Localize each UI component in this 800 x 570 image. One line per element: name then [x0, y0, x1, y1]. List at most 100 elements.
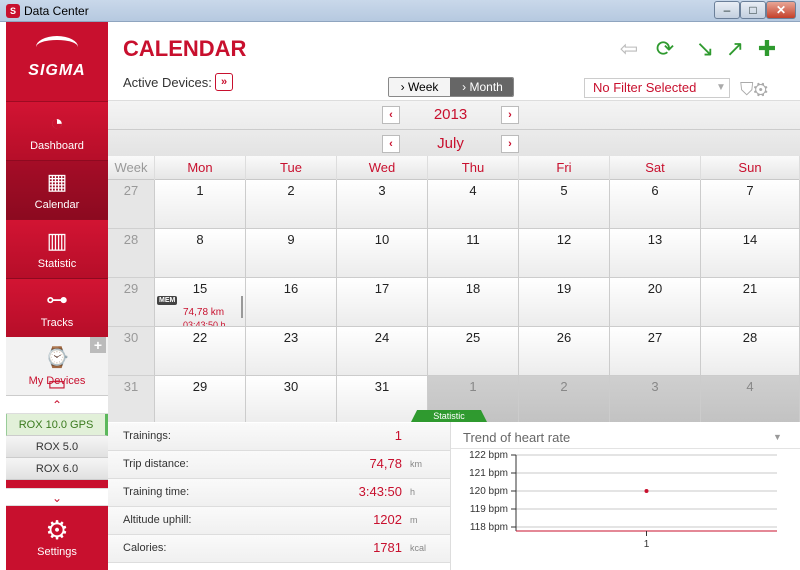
day-cell[interactable]: 26 [519, 327, 610, 376]
view-week-button[interactable]: › Week [389, 78, 450, 96]
day-cell[interactable]: 4 [701, 376, 800, 425]
import-icon[interactable]: ↘ [692, 36, 718, 62]
chevron-down-icon[interactable]: ▼ [713, 78, 729, 98]
device-scroll-down-icon[interactable]: ⌄ [6, 488, 108, 506]
data-point [644, 489, 649, 493]
day-header-tue: Tue [246, 156, 337, 180]
day-cell[interactable]: 19 [519, 278, 610, 327]
stat-row: Calories: 1781 kcal [108, 535, 450, 563]
device-scroll-up-icon[interactable]: ⌃ [6, 396, 108, 414]
device-item[interactable]: ROX 10.0 GPS [6, 414, 108, 436]
day-number: 14 [742, 232, 758, 247]
add-entry-icon[interactable]: ✚ [754, 36, 780, 62]
device-item[interactable]: ROX 6.0 [6, 458, 108, 480]
day-number: 30 [283, 379, 299, 394]
day-cell[interactable]: 3 [337, 180, 428, 229]
sidebar-item-dashboard[interactable]: ◔ Dashboard [6, 102, 108, 161]
day-cell[interactable]: 3 [610, 376, 701, 425]
day-cell[interactable]: 18 [428, 278, 519, 327]
day-cell[interactable]: 27 [610, 327, 701, 376]
day-cell[interactable]: 7 [701, 180, 800, 229]
divider [108, 129, 800, 130]
day-cell[interactable]: 4 [428, 180, 519, 229]
sidebar-item-tracks[interactable]: ⊶ Tracks [6, 279, 108, 338]
day-cell[interactable]: 17 [337, 278, 428, 327]
main-panel: CALENDAR Active Devices: » ⇦ ⟳ ↘ ↗ ✚ › W… [108, 22, 800, 570]
stat-row: Training time: 3:43:50 h [108, 479, 450, 507]
day-cell[interactable]: 1 [155, 180, 246, 229]
filter-select[interactable]: No Filter Selected [584, 78, 730, 98]
stat-value: 3:43:50 [358, 484, 402, 499]
training-entry-time[interactable]: 03:43:50 h [183, 320, 226, 326]
sidebar-item-statistic[interactable]: ▥ Statistic [6, 220, 108, 279]
day-header-fri: Fri [519, 156, 610, 180]
calendar-week-row: 27 1 2 3 4 5 6 7 [108, 180, 800, 229]
mem-badge: MEM [157, 296, 178, 305]
day-cell[interactable]: 13 [610, 229, 701, 278]
calendar-icon: ▦ [46, 169, 68, 194]
chevron-down-icon[interactable]: ▼ [773, 432, 782, 442]
day-cell[interactable]: 2 [519, 376, 610, 425]
day-number: 25 [465, 330, 481, 345]
day-cell[interactable]: 25 [428, 327, 519, 376]
day-cell[interactable]: 16 [246, 278, 337, 327]
month-prev-button[interactable]: ‹ [382, 135, 400, 153]
day-cell[interactable]: 15 MEM 74,78 km 03:43:50 h [155, 278, 246, 327]
day-cell[interactable]: 6 [610, 180, 701, 229]
day-cell[interactable]: 24 [337, 327, 428, 376]
heart-rate-chart: 122 bpm 121 bpm 120 bpm 119 bpm 118 bpm 1 [469, 450, 777, 550]
day-cell[interactable]: 8 [155, 229, 246, 278]
logo-text: SIGMA [28, 62, 86, 79]
week-number: 28 [108, 229, 155, 278]
year-next-button[interactable]: › [501, 106, 519, 124]
day-number: 24 [374, 330, 390, 345]
view-month-button[interactable]: › Month [450, 78, 513, 96]
filter-settings-icon[interactable]: ⛉⚙ [740, 78, 772, 100]
day-number: 13 [647, 232, 663, 247]
day-cell[interactable]: 21 [701, 278, 800, 327]
day-number: 4 [469, 183, 477, 198]
view-month-label: Month [469, 80, 503, 94]
month-next-button[interactable]: › [501, 135, 519, 153]
stat-value: 1781 [373, 540, 402, 555]
day-cell[interactable]: 11 [428, 229, 519, 278]
day-cell[interactable]: 28 [701, 327, 800, 376]
week-column-header: Week [108, 156, 155, 180]
add-device-button[interactable]: + [90, 337, 106, 353]
stat-row: Trainings: 1 [108, 423, 450, 451]
close-button[interactable]: ✕ [766, 1, 796, 19]
minimize-button[interactable]: – [714, 1, 740, 19]
cell-scrollbar[interactable] [241, 296, 243, 318]
back-arrow-icon[interactable]: ⇦ [616, 36, 642, 62]
day-cell[interactable]: 23 [246, 327, 337, 376]
sigma-logo: SIGMA [6, 22, 108, 102]
export-icon[interactable]: ↗ [722, 36, 748, 62]
day-cell[interactable]: 5 [519, 180, 610, 229]
stat-value: 1 [394, 428, 402, 443]
day-cell[interactable]: 29 [155, 376, 246, 425]
sidebar-item-calendar[interactable]: ▦ Calendar [6, 161, 108, 220]
device-item[interactable]: ROX 5.0 [6, 436, 108, 458]
sync-device-icon[interactable]: ⟳ [652, 36, 678, 62]
trend-panel: Trend of heart rate ▼ 122 bpm 121 bpm 120 … [450, 422, 800, 570]
day-cell[interactable]: 2 [246, 180, 337, 229]
active-devices-dropdown[interactable]: » [215, 73, 233, 91]
day-cell[interactable]: 9 [246, 229, 337, 278]
calendar-week-row: 30 22 23 24 25 26 27 28 [108, 327, 800, 376]
calendar-week-row: 28 8 9 10 11 12 13 14 [108, 229, 800, 278]
day-cell[interactable]: 22 [155, 327, 246, 376]
sidebar-item-settings[interactable]: ⚙ Settings [6, 508, 108, 570]
stat-unit: kcal [410, 543, 427, 553]
day-cell[interactable]: 12 [519, 229, 610, 278]
training-entry-distance[interactable]: 74,78 km [183, 307, 224, 318]
year-prev-button[interactable]: ‹ [382, 106, 400, 124]
maximize-button[interactable]: □ [740, 1, 766, 19]
day-cell[interactable]: 10 [337, 229, 428, 278]
day-cell[interactable]: 14 [701, 229, 800, 278]
app-icon: S [6, 4, 20, 18]
calendar-grid: Week Mon Tue Wed Thu Fri Sat Sun 27 1 2 3 4 5 6 7 28 8 9 1… [108, 156, 800, 425]
week-number: 31 [108, 376, 155, 425]
statistic-tab[interactable]: Statistic [411, 410, 487, 422]
day-cell[interactable]: 20 [610, 278, 701, 327]
day-cell[interactable]: 30 [246, 376, 337, 425]
